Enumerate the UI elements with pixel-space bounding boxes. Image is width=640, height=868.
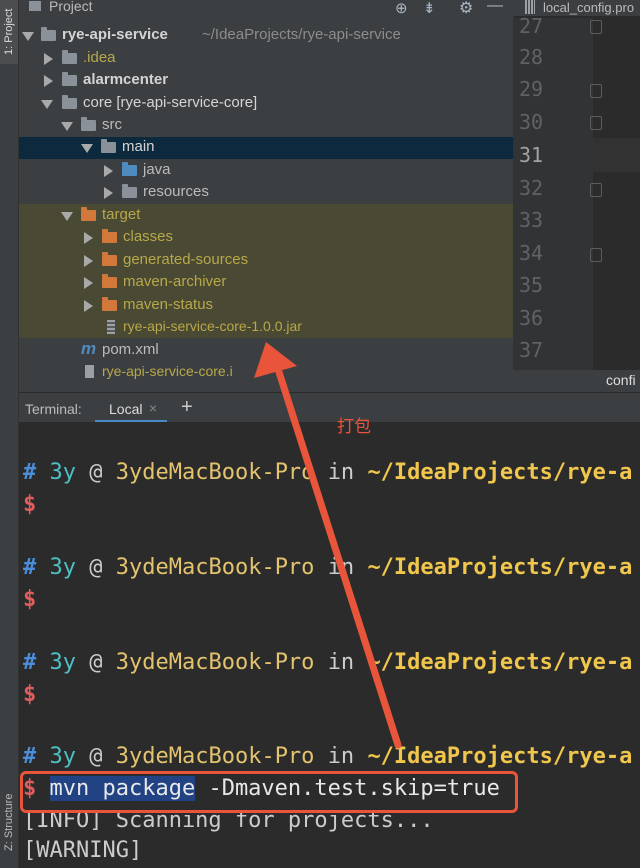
annotation-arrow [254, 342, 402, 749]
annotation-label: 打包 [337, 417, 371, 436]
